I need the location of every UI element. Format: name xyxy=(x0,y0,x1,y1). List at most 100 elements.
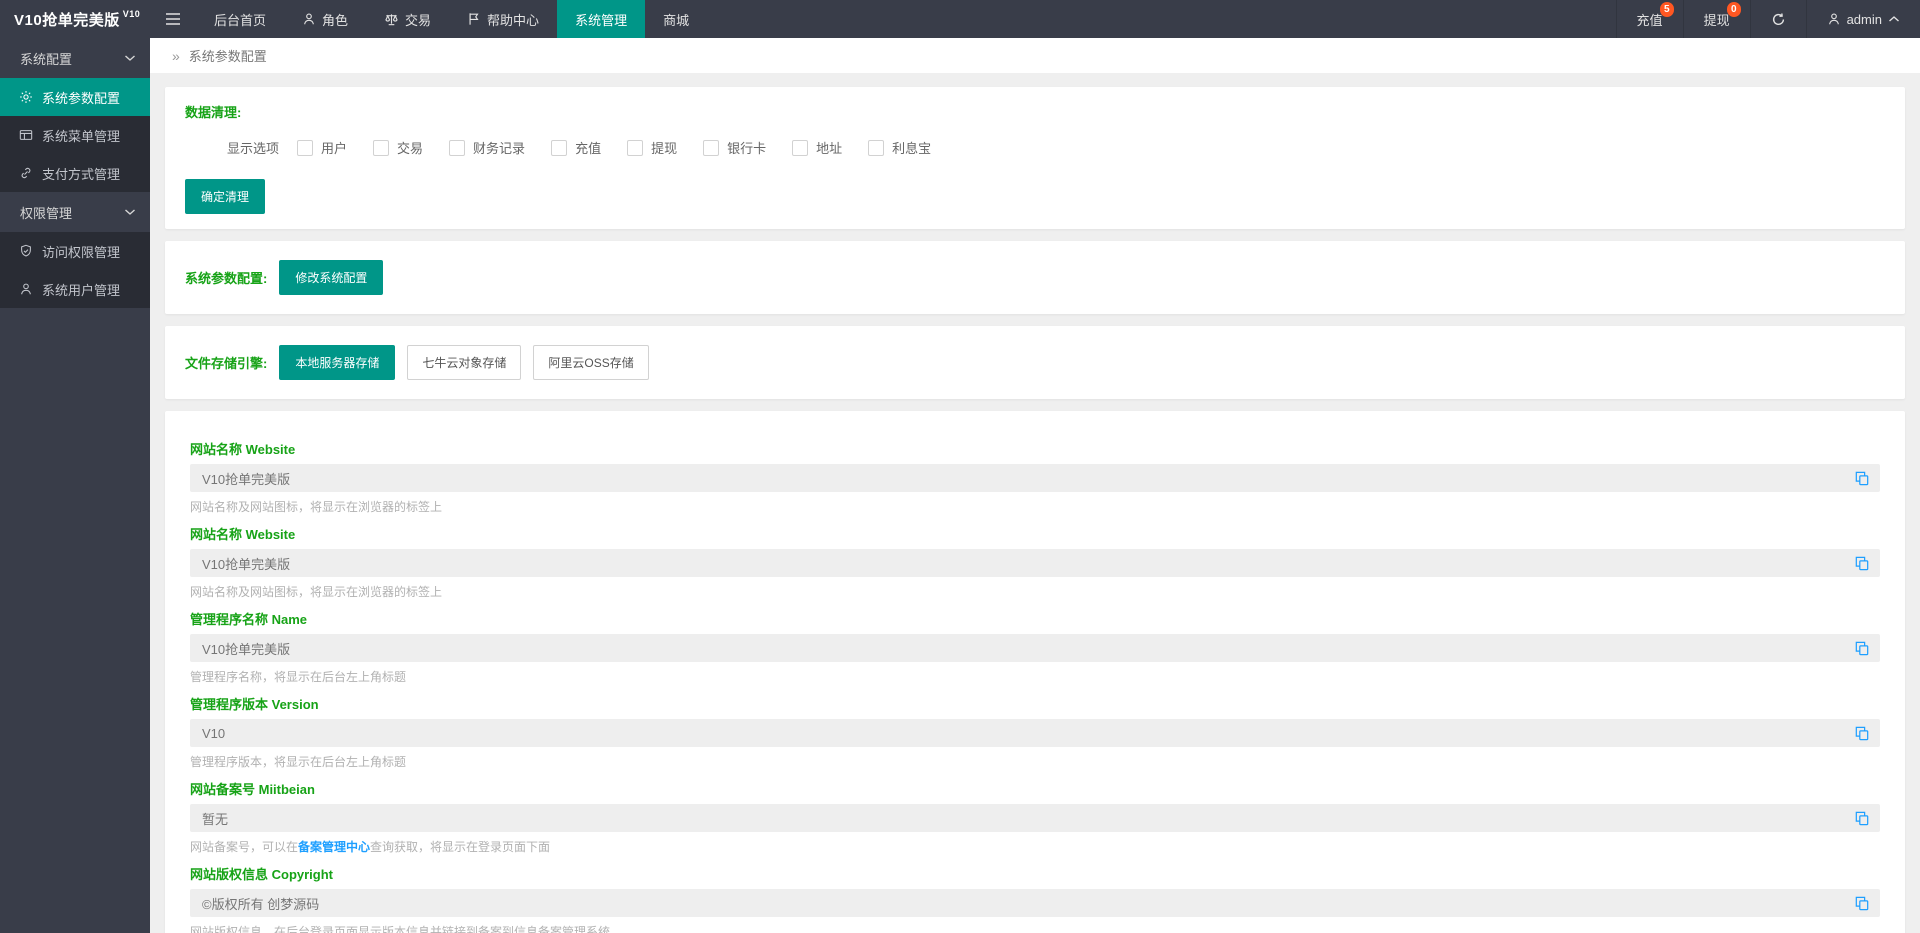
website-name-input[interactable] xyxy=(190,464,1880,492)
field-copyright: 网站版权信息 Copyright 网站版权信息，在后台登录页面显示版本信息并链接… xyxy=(185,864,1885,933)
checkbox-interest-treasure[interactable]: 利息宝 xyxy=(868,138,931,157)
person-icon xyxy=(1827,12,1841,26)
username-label: admin xyxy=(1847,12,1882,27)
data-clean-card: 数据清理: 显示选项 用户 交易 财务记录 充值 xyxy=(165,87,1905,229)
field-icp-number: 网站备案号 Miitbeian 网站备案号，可以在备案管理中心查询获取，将显示在… xyxy=(185,779,1885,855)
sidebar-group-items: 系统参数配置 系统菜单管理 支付方式管理 xyxy=(0,78,150,192)
copy-button[interactable] xyxy=(1851,808,1875,828)
copy-button[interactable] xyxy=(1851,638,1875,658)
storage-option-aliyun-oss-button[interactable]: 阿里云OSS存储 xyxy=(533,345,648,380)
checkbox-label: 充值 xyxy=(575,138,601,157)
system-config-title: 系统参数配置: xyxy=(185,268,267,287)
field-label: 网站名称 Website xyxy=(190,524,1880,543)
withdraw-button[interactable]: 0 提现 xyxy=(1683,0,1750,38)
field-website-name-2: 网站名称 Website 网站名称及网站图标，将显示在浏览器的标签上 xyxy=(185,524,1885,600)
options-row-label: 显示选项 xyxy=(227,138,279,157)
checkbox-withdraw[interactable]: 提现 xyxy=(627,138,677,157)
app-title: V10抢单完美版 xyxy=(14,9,120,30)
top-navbar: V10抢单完美版V10 后台首页 角色 交易 帮助中心 系统管理 商城 5 充值 xyxy=(0,0,1920,38)
sidebar-group-system-config[interactable]: 系统配置 xyxy=(0,38,150,78)
website-name-input[interactable] xyxy=(190,549,1880,577)
field-hint: 网站名称及网站图标，将显示在浏览器的标签上 xyxy=(190,583,1880,600)
field-website-name-1: 网站名称 Website 网站名称及网站图标，将显示在浏览器的标签上 xyxy=(185,439,1885,515)
admin-version-input[interactable] xyxy=(190,719,1880,747)
sidebar-item-system-users[interactable]: 系统用户管理 xyxy=(0,270,150,308)
nav-item-help-center[interactable]: 帮助中心 xyxy=(449,0,557,38)
copy-button[interactable] xyxy=(1851,893,1875,913)
admin-name-input[interactable] xyxy=(190,634,1880,662)
copy-icon xyxy=(1855,726,1871,741)
copy-icon xyxy=(1855,471,1871,486)
link-icon xyxy=(19,166,33,180)
sidebar-item-system-menu[interactable]: 系统菜单管理 xyxy=(0,116,150,154)
checkbox-input[interactable] xyxy=(551,140,567,156)
checkbox-address[interactable]: 地址 xyxy=(792,138,842,157)
storage-engine-title: 文件存储引擎: xyxy=(185,353,267,372)
copy-button[interactable] xyxy=(1851,468,1875,488)
recharge-label: 充值 xyxy=(1637,10,1663,29)
sidebar-item-label: 支付方式管理 xyxy=(42,164,120,183)
checkbox-label: 用户 xyxy=(321,138,347,157)
copy-icon xyxy=(1855,641,1871,656)
copy-button[interactable] xyxy=(1851,723,1875,743)
storage-option-qiniu-button[interactable]: 七牛云对象存储 xyxy=(407,345,521,380)
nav-item-label: 角色 xyxy=(322,10,348,29)
user-menu[interactable]: admin xyxy=(1806,0,1920,38)
window-icon xyxy=(19,128,33,142)
storage-engine-card: 文件存储引擎: 本地服务器存储 七牛云对象存储 阿里云OSS存储 xyxy=(165,326,1905,399)
nav-item-system-management[interactable]: 系统管理 xyxy=(557,0,645,38)
sidebar-item-payment-methods[interactable]: 支付方式管理 xyxy=(0,154,150,192)
checkbox-input[interactable] xyxy=(868,140,884,156)
withdraw-label: 提现 xyxy=(1704,10,1730,29)
copyright-input[interactable] xyxy=(190,889,1880,917)
breadcrumb-label: 系统参数配置 xyxy=(189,46,267,65)
confirm-clean-button[interactable]: 确定清理 xyxy=(185,179,265,214)
checkbox-input[interactable] xyxy=(297,140,313,156)
app-version: V10 xyxy=(123,9,141,19)
nav-item-trade[interactable]: 交易 xyxy=(366,0,449,38)
checkbox-bank-card[interactable]: 银行卡 xyxy=(703,138,766,157)
modify-system-config-button[interactable]: 修改系统配置 xyxy=(279,260,383,295)
nav-item-home[interactable]: 后台首页 xyxy=(196,0,284,38)
nav-item-label: 后台首页 xyxy=(214,10,266,29)
nav-item-mall[interactable]: 商城 xyxy=(645,0,707,38)
flag-icon xyxy=(467,12,481,26)
checkbox-users[interactable]: 用户 xyxy=(297,138,347,157)
checkbox-trades[interactable]: 交易 xyxy=(373,138,423,157)
gear-icon xyxy=(19,90,33,104)
field-label: 网站版权信息 Copyright xyxy=(190,864,1880,883)
icp-center-link[interactable]: 备案管理中心 xyxy=(298,840,370,854)
chevron-up-icon xyxy=(1888,15,1900,23)
field-admin-version: 管理程序版本 Version 管理程序版本，将显示在后台左上角标题 xyxy=(185,694,1885,770)
recharge-button[interactable]: 5 充值 xyxy=(1616,0,1683,38)
breadcrumb-chevrons-icon: » xyxy=(172,48,180,64)
storage-option-local-button[interactable]: 本地服务器存储 xyxy=(279,345,395,380)
checkbox-label: 财务记录 xyxy=(473,138,525,157)
refresh-button[interactable] xyxy=(1750,0,1806,38)
sidebar-toggle-button[interactable] xyxy=(150,0,196,38)
sidebar-item-label: 系统参数配置 xyxy=(42,88,120,107)
checkbox-input[interactable] xyxy=(449,140,465,156)
main-area: » 系统参数配置 数据清理: 显示选项 用户 交易 财务记录 xyxy=(150,0,1920,933)
recharge-badge: 5 xyxy=(1660,2,1674,17)
field-label: 网站备案号 Miitbeian xyxy=(190,779,1880,798)
checkbox-input[interactable] xyxy=(627,140,643,156)
sidebar-item-access-permissions[interactable]: 访问权限管理 xyxy=(0,232,150,270)
checkbox-finance-records[interactable]: 财务记录 xyxy=(449,138,525,157)
chevron-down-icon xyxy=(124,208,136,216)
header-right-area: 5 充值 0 提现 admin xyxy=(1616,0,1920,38)
breadcrumb: » 系统参数配置 xyxy=(150,38,1920,73)
sidebar-item-system-params[interactable]: 系统参数配置 xyxy=(0,78,150,116)
field-admin-name: 管理程序名称 Name 管理程序名称，将显示在后台左上角标题 xyxy=(185,609,1885,685)
sidebar-item-label: 访问权限管理 xyxy=(42,242,120,261)
checkbox-input[interactable] xyxy=(792,140,808,156)
copy-button[interactable] xyxy=(1851,553,1875,573)
system-config-card: 系统参数配置: 修改系统配置 xyxy=(165,241,1905,314)
checkbox-recharge[interactable]: 充值 xyxy=(551,138,601,157)
checkbox-input[interactable] xyxy=(703,140,719,156)
data-clean-title: 数据清理: xyxy=(185,102,1885,121)
icp-number-input[interactable] xyxy=(190,804,1880,832)
checkbox-input[interactable] xyxy=(373,140,389,156)
sidebar-group-permissions[interactable]: 权限管理 xyxy=(0,192,150,232)
nav-item-roles[interactable]: 角色 xyxy=(284,0,366,38)
